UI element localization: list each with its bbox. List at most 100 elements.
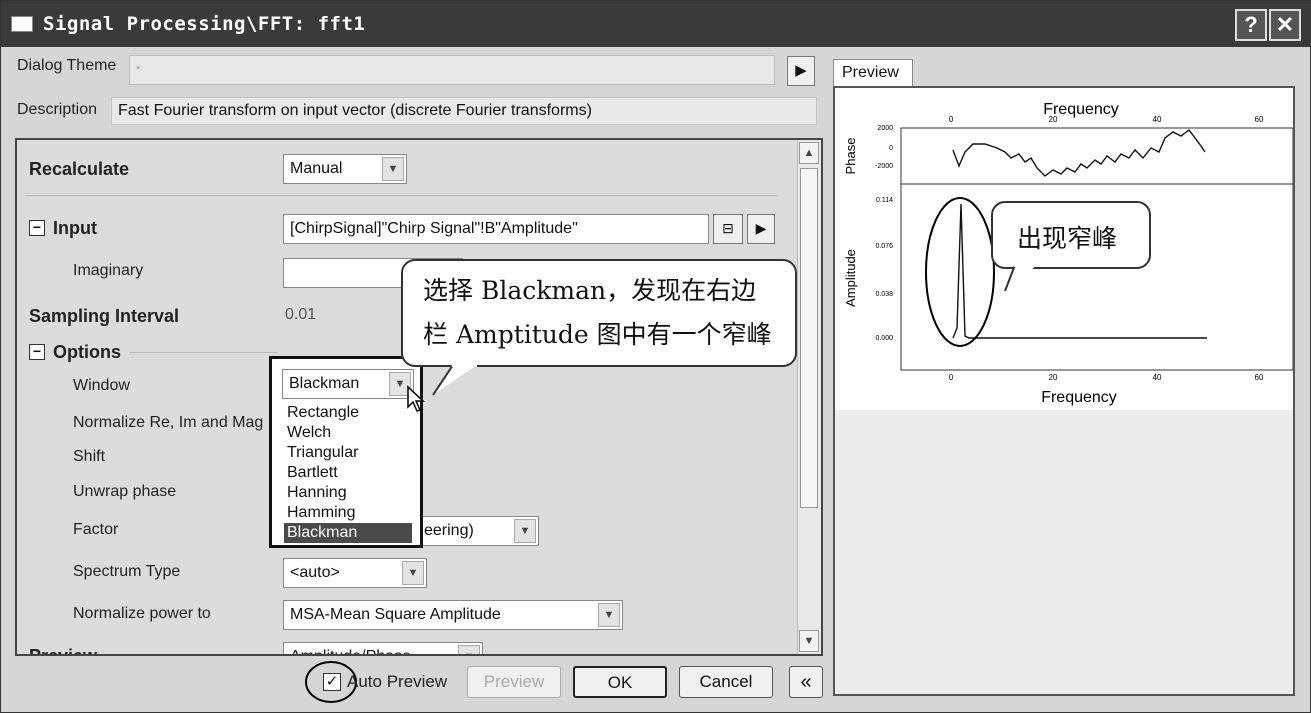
shift-label: Shift [73,448,106,465]
ok-button[interactable]: OK [573,666,667,698]
range-icon: ⊟ [722,220,734,236]
window-options-list: Rectangle Welch Triangular Bartlett Hanning H… [284,403,412,543]
x-tick-bottom: 60 [1255,373,1264,382]
panel-scrollbar[interactable]: ▲ ▼ [797,140,821,654]
spectrum-type-combo[interactable]: <auto> ▼ [283,558,427,588]
amp-tick: 0.076 [875,243,893,250]
window-label: Window [73,377,130,394]
imaginary-label: Imaginary [73,262,144,279]
preview-button[interactable]: Preview [467,666,561,698]
amp-tick: 0.114 [876,197,893,204]
normalize-power-label: Normalize power to [73,605,211,622]
close-button[interactable]: ✕ [1269,9,1301,41]
description-label: Description [17,101,98,118]
window-option-blackman[interactable]: Blackman [284,523,412,543]
chevron-down-icon: ▼ [402,561,424,585]
input-label: Input [53,218,97,238]
window-dropdown-highlight: Blackman ▼ Rectangle Welch Triangular Bartl… [269,356,425,548]
chevron-up-icon: ▲ [803,147,815,159]
window-combo[interactable]: Blackman ▼ [282,369,414,399]
amplitude-axis-label: Amplitude [843,249,858,307]
callout-left-pointer [432,363,477,396]
window-option-bartlett[interactable]: Bartlett [284,463,412,483]
x-tick-bottom: 20 [1049,373,1058,382]
divider [25,195,777,196]
factor-combo[interactable]: eering) ▼ [417,516,539,546]
window-value: Blackman [289,375,360,392]
window-option-welch[interactable]: Welch [284,423,412,443]
chevron-down-icon: ▼ [382,157,404,181]
bottom-axis-title: Frequency [1041,389,1117,406]
play-icon: ▶ [755,220,767,236]
options-label: Options [53,342,121,362]
callout-left-line1: 选择 Blackman，发现在右边 [423,276,757,305]
x-tick-top: 40 [1153,115,1162,124]
normalize-power-combo[interactable]: MSA-Mean Square Amplitude ▼ [283,600,623,630]
callout-right-pointer [1004,263,1037,292]
preview-value: Amplitude/Phase [290,648,411,654]
x-tick-top: 0 [949,115,954,124]
x-tick-bottom: 40 [1153,373,1162,382]
chevron-down-icon: ▼ [514,519,536,543]
callout-right-text: 出现窄峰 [1017,224,1118,253]
window-option-hamming[interactable]: Hamming [284,503,412,523]
phase-series-line [952,129,1206,177]
x-tick-top: 60 [1255,115,1264,124]
scroll-down-button[interactable]: ▼ [799,630,819,652]
factor-value: eering) [424,522,474,539]
window-option-hanning[interactable]: Hanning [284,483,412,503]
scroll-thumb[interactable] [800,168,818,508]
phase-tick: -2000 [875,163,893,170]
amp-tick: 0.038 [875,291,893,298]
window-option-triangular[interactable]: Triangular [284,443,412,463]
x-tick-bottom: 0 [949,373,954,382]
window-title: Signal Processing\FFT: fft1 [43,13,366,35]
chevron-down-icon: ▼ [598,603,620,627]
x-tick-top: 20 [1049,115,1058,124]
range-select-button[interactable]: ⊟ [713,214,743,244]
scroll-up-button[interactable]: ▲ [799,142,819,164]
recalculate-value: Manual [290,160,343,177]
chevron-down-icon: ▼ [458,645,480,654]
factor-label: Factor [73,521,119,538]
title-bar: Signal Processing\FFT: fft1 ? ✕ [1,1,1311,47]
phase-axis-label: Phase [843,138,858,175]
input-field[interactable]: [ChirpSignal]"Chirp Signal"!B"Amplitude" [283,214,709,244]
phase-tick: 2000 [877,125,893,132]
preview-area: Frequency Frequency 0 20 40 60 Phase 200… [833,86,1295,696]
spectrum-type-label: Spectrum Type [73,563,181,580]
phase-tick: 0 [889,145,893,152]
preview-combo[interactable]: Amplitude/Phase ▼ [283,642,483,654]
dialog-theme-label: Dialog Theme [17,57,117,74]
phase-plot-frame [900,127,1293,185]
cancel-button[interactable]: Cancel [679,666,773,698]
divider [129,352,277,353]
annotation-callout-left: 选择 Blackman，发现在右边 栏 Amptitude 图中有一个窄峰 [401,259,797,367]
annotation-callout-right: 出现窄峰 [991,201,1151,269]
spectrum-type-value: <auto> [290,564,340,581]
recalculate-label: Recalculate [29,159,130,179]
callout-left-line2: 栏 Amptitude 图中有一个窄峰 [423,320,772,349]
window-option-rectangle[interactable]: Rectangle [284,403,412,423]
options-collapse-toggle[interactable]: − [29,344,45,360]
sampling-interval-label: Sampling Interval [29,306,180,326]
collapse-preview-button[interactable]: « [789,666,823,698]
unwrap-phase-label: Unwrap phase [73,483,177,500]
input-collapse-toggle[interactable]: − [29,220,45,236]
amp-tick: 0.000 [875,335,893,342]
auto-preview-label[interactable]: Auto Preview [347,672,447,692]
play-icon: ▶ [795,62,807,79]
help-button[interactable]: ? [1235,9,1267,41]
fft-dialog: Signal Processing\FFT: fft1 ? ✕ Dialog T… [0,0,1311,713]
description-text: Fast Fourier transform on input vector (… [111,97,817,125]
dialog-theme-field[interactable]: * [129,55,775,85]
chevron-down-icon: ▼ [803,635,815,647]
tab-preview[interactable]: Preview [833,59,913,87]
theme-menu-button[interactable]: ▶ [787,56,815,86]
recalculate-combo[interactable]: Manual ▼ [283,154,407,184]
window-icon [11,16,33,32]
sampling-interval-value: 0.01 [285,306,317,323]
normalize-label: Normalize Re, Im and Mag [73,414,264,431]
preview-section-label: Preview [29,646,98,656]
input-menu-button[interactable]: ▶ [747,214,775,244]
